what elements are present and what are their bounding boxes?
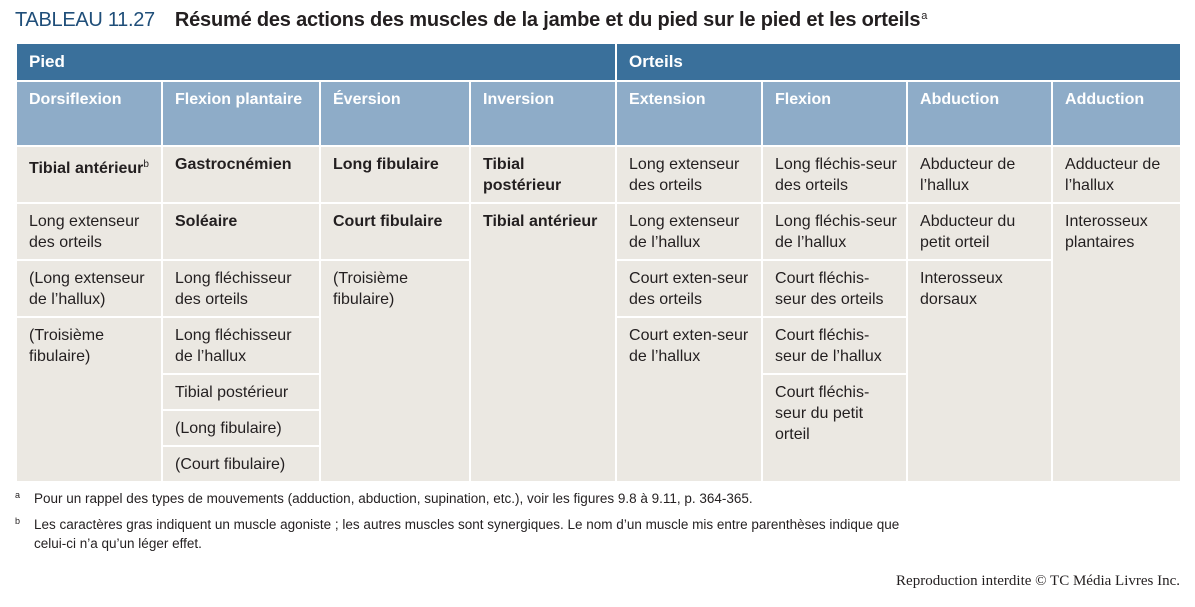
cell-flexion-4: Court fléchis-seur de l’hallux — [761, 316, 909, 375]
header-abduction: Abduction — [906, 80, 1054, 147]
cell-dorsiflexion-4: (Troisième fibulaire) — [15, 316, 163, 483]
cell-flexion-plantaire-2: Soléaire — [161, 202, 321, 261]
cell-flexion-plantaire-4: Long fléchisseur de l’hallux — [161, 316, 321, 375]
cell-extension-1: Long extenseur des orteils — [615, 145, 764, 204]
footnote-a: a Pour un rappel des types de mouvements … — [15, 489, 934, 508]
header-flexion-plantaire: Flexion plantaire — [161, 80, 321, 147]
cell-eversion-3: (Troisième fibulaire) — [319, 259, 471, 483]
cell-extension-4: Court exten-seur de l’hallux — [615, 316, 764, 483]
cell-dorsiflexion-1: Tibial antérieurb — [15, 145, 163, 204]
footnote-a-text: Pour un rappel des types de mouvements (… — [34, 491, 753, 506]
table-caption: Résumé des actions des muscles de la jam… — [174, 9, 928, 31]
muscle-actions-table: Pied Orteils Dorsiflexion Flexion planta… — [14, 42, 1183, 483]
table-title: TABLEAU 11.27 Résumé des actions des musc… — [15, 9, 927, 32]
footnote-mark-b: b — [143, 159, 149, 170]
cell-extension-2: Long extenseur de l’hallux — [615, 202, 764, 261]
header-flexion: Flexion — [761, 80, 909, 147]
header-eversion: Éversion — [319, 80, 471, 147]
group-header-row: Pied Orteils — [14, 42, 1183, 82]
cell-flexion-3: Court fléchis-seur des orteils — [761, 259, 909, 318]
cell-adduction-1: Adducteur de l’hallux — [1051, 145, 1183, 204]
cell-extension-3: Court exten-seur des orteils — [615, 259, 764, 318]
cell-abduction-1: Abducteur de l’hallux — [906, 145, 1054, 204]
cell-flexion-plantaire-5: Tibial postérieur — [161, 373, 321, 411]
cell-dorsiflexion-3: (Long extenseur de l’hallux) — [15, 259, 163, 318]
header-inversion: Inversion — [468, 80, 618, 147]
cell-flexion-5: Court fléchis-seur du petit orteil — [761, 373, 909, 483]
table-number: TABLEAU 11.27 — [15, 9, 155, 31]
footnote-a-mark: a — [15, 490, 21, 500]
header-dorsiflexion: Dorsiflexion — [15, 80, 163, 147]
cell-text: Tibial antérieur — [29, 160, 144, 177]
cell-inversion-1: Tibial postérieur — [468, 145, 618, 204]
cell-flexion-plantaire-6: (Long fibulaire) — [161, 409, 321, 447]
table-caption-text: Résumé des actions des muscles de la jam… — [174, 9, 921, 31]
cell-eversion-2: Court fibulaire — [319, 202, 471, 261]
cell-inversion-2: Tibial antérieur — [468, 202, 618, 483]
footnote-b-mark: b — [15, 516, 21, 526]
group-header-orteils: Orteils — [615, 42, 1183, 82]
cell-flexion-1: Long fléchis-seur des orteils — [761, 145, 909, 204]
footnote-b-text: Les caractères gras indiquent un muscle … — [34, 517, 900, 551]
footnotes: a Pour un rappel des types de mouvements … — [15, 489, 934, 560]
group-header-pied: Pied — [14, 42, 618, 82]
header-adduction: Adduction — [1051, 80, 1183, 147]
table-row: Tibial antérieurb Gastrocnémien Long fib… — [15, 145, 1183, 204]
cell-flexion-plantaire-1: Gastrocnémien — [161, 145, 321, 204]
cell-flexion-plantaire-7: (Court fibulaire) — [161, 445, 321, 483]
cell-abduction-3: Interosseux dorsaux — [906, 259, 1054, 483]
footnote-b: b Les caractères gras indiquent un muscle… — [15, 515, 934, 553]
copyright-credit: Reproduction interdite © TC Média Livres… — [896, 573, 1180, 589]
cell-eversion-1: Long fibulaire — [319, 145, 471, 204]
header-extension: Extension — [615, 80, 764, 147]
column-header-row: Dorsiflexion Flexion plantaire Éversion … — [15, 80, 1183, 147]
cell-adduction-2: Interosseux plantaires — [1051, 202, 1183, 483]
cell-flexion-plantaire-3: Long fléchisseur des orteils — [161, 259, 321, 318]
cell-dorsiflexion-2: Long extenseur des orteils — [15, 202, 163, 261]
footnote-mark-a: a — [921, 10, 928, 22]
table-row: Long extenseur des orteils Soléaire Cour… — [15, 202, 1183, 483]
cell-abduction-2: Abducteur du petit orteil — [906, 202, 1054, 261]
cell-flexion-2: Long fléchis-seur de l’hallux — [761, 202, 909, 261]
